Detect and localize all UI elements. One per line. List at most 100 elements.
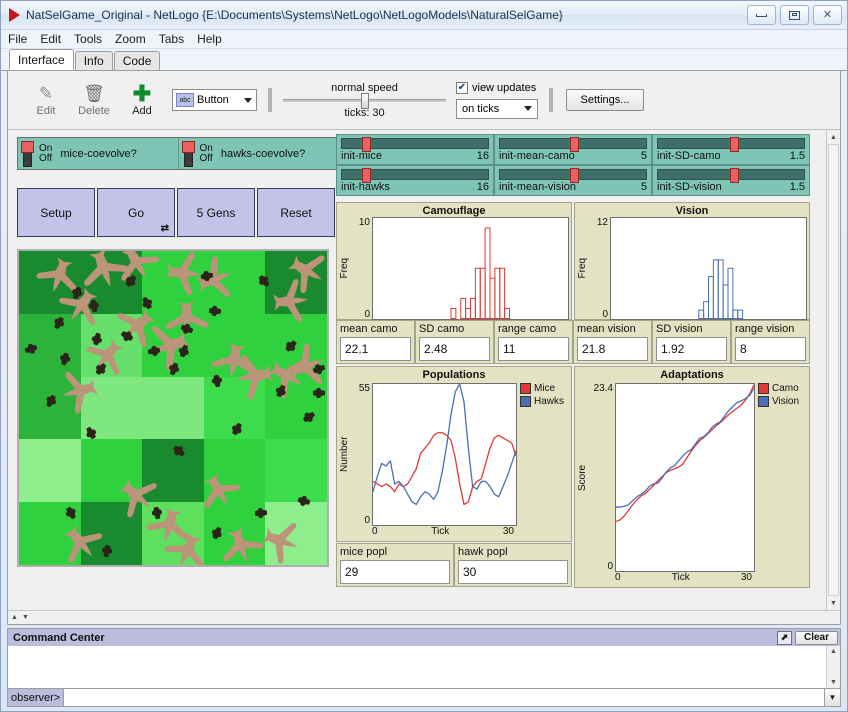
mouse-agent <box>283 338 299 354</box>
plot-adaptations[interactable]: Adaptations Score 23.4 0 <box>574 366 810 588</box>
plot-series-line <box>616 388 754 507</box>
go-button-label: Go <box>128 206 144 220</box>
slider-init-sd-camo[interactable]: init-SD-camo 1.5 <box>652 134 810 165</box>
plot-xtick-max: 30 <box>741 572 752 585</box>
go-button[interactable]: Go ⇄ <box>97 188 175 237</box>
slider-init-mean-vision[interactable]: init-mean-vision 5 <box>494 165 652 196</box>
menu-item-tools[interactable]: Tools <box>74 32 102 46</box>
mouse-agent <box>64 505 79 520</box>
slider-knob[interactable] <box>362 137 371 152</box>
interface-horizontal-scrollbar[interactable]: ▲ ▼ <box>8 610 840 624</box>
slider-knob[interactable] <box>362 168 371 183</box>
plus-icon: ✚ <box>118 83 166 105</box>
scroll-down-icon[interactable]: ▼ <box>827 596 840 610</box>
slider-knob[interactable] <box>730 137 739 152</box>
slider-track[interactable] <box>341 169 489 180</box>
switch-knob[interactable] <box>21 141 34 153</box>
tab-code[interactable]: Code <box>114 51 161 70</box>
add-button[interactable]: ✚ Add <box>118 83 166 117</box>
slider-value: 5 <box>641 150 647 162</box>
plot-xaxis: 0 Tick 30 <box>339 526 569 539</box>
plot-vision[interactable]: Vision Freq 12 0 0 Score <box>574 202 810 320</box>
plot-ytick-max: 23.4 <box>594 383 613 394</box>
slider-knob[interactable] <box>730 168 739 183</box>
slider-knob[interactable] <box>570 137 579 152</box>
switch-off-label: Off <box>39 154 52 164</box>
mouse-agent <box>147 345 161 357</box>
switch-knob[interactable] <box>182 141 195 153</box>
tab-info[interactable]: Info <box>75 51 113 70</box>
slider-track[interactable] <box>499 169 647 180</box>
histogram-bar <box>728 268 733 318</box>
menu-item-file[interactable]: File <box>8 32 27 46</box>
switch-toggle[interactable] <box>21 141 34 167</box>
speed-track[interactable] <box>283 99 446 102</box>
scroll-down-small-icon[interactable]: ▼ <box>22 614 29 621</box>
expand-icon[interactable]: ⬈ <box>777 631 792 645</box>
slider-track[interactable] <box>499 138 647 149</box>
delete-button[interactable]: 🗑 Delete <box>70 83 118 117</box>
menu-item-edit[interactable]: Edit <box>40 32 61 46</box>
switch-toggle[interactable] <box>182 141 195 167</box>
clear-button[interactable]: Clear <box>795 631 838 645</box>
switch-mice-coevolve[interactable]: On Off mice-coevolve? <box>18 138 178 169</box>
slider-init-mice[interactable]: init-mice 16 <box>336 134 494 165</box>
slider-init-hawks[interactable]: init-hawks 16 <box>336 165 494 196</box>
plot-camouflage[interactable]: Camouflage Freq 10 0 0 Score <box>336 202 572 320</box>
slider-init-sd-vision[interactable]: init-SD-vision 1.5 <box>652 165 810 196</box>
edit-button[interactable]: ✎ Edit <box>22 83 70 117</box>
scroll-up-icon[interactable]: ▲ <box>827 130 840 144</box>
monitor-mean-camo[interactable]: mean camo 22.1 <box>336 320 415 364</box>
five-gens-button[interactable]: 5 Gens <box>177 188 255 237</box>
scroll-down-icon[interactable]: ▼ <box>830 679 837 686</box>
interface-vertical-scrollbar[interactable]: ▲ ▼ <box>826 130 840 610</box>
widget-type-select[interactable]: abc Button <box>172 89 257 111</box>
scroll-up-small-icon[interactable]: ▲ <box>11 614 18 621</box>
speed-knob[interactable] <box>361 93 369 109</box>
maximize-button[interactable] <box>780 5 809 25</box>
world-view[interactable] <box>17 249 329 567</box>
trash-icon: 🗑 <box>70 83 118 105</box>
switch-hawks-coevolve[interactable]: On Off hawks-coevolve? <box>178 138 337 169</box>
plot-yticks: 10 0 <box>350 217 372 320</box>
slider-init-mean-camo[interactable]: init-mean-camo 5 <box>494 134 652 165</box>
speed-slider[interactable]: normal speed ticks: 30 <box>283 82 446 119</box>
histogram-bar <box>495 268 500 318</box>
monitor-mean-vision[interactable]: mean vision 21.8 <box>573 320 652 364</box>
settings-button[interactable]: Settings... <box>566 89 644 111</box>
menu-item-zoom[interactable]: Zoom <box>115 32 146 46</box>
slider-track[interactable] <box>657 169 805 180</box>
mouse-agent <box>256 273 271 289</box>
monitor-range-camo[interactable]: range camo 11 <box>494 320 573 364</box>
view-updates-checkbox[interactable]: ✔ view updates <box>456 82 538 94</box>
command-center-output[interactable]: ▲ ▼ <box>8 646 840 688</box>
scroll-up-icon[interactable]: ▲ <box>830 648 837 655</box>
agent-layer <box>19 251 329 567</box>
monitor-mice-popl[interactable]: mice popl 29 <box>336 543 454 587</box>
slider-value: 16 <box>477 181 489 193</box>
command-input[interactable] <box>63 689 824 706</box>
monitor-hawk-popl[interactable]: hawk popl 30 <box>454 543 572 587</box>
monitor-sd-vision[interactable]: SD vision 1.92 <box>652 320 731 364</box>
checkbox-icon: ✔ <box>456 82 468 94</box>
tab-interface[interactable]: Interface <box>9 49 74 70</box>
menu-item-tabs[interactable]: Tabs <box>159 32 184 46</box>
reset-button[interactable]: Reset <box>257 188 335 237</box>
setup-button[interactable]: Setup <box>17 188 95 237</box>
histogram-bar <box>709 277 714 319</box>
monitor-range-vision[interactable]: range vision 8 <box>731 320 810 364</box>
slider-knob[interactable] <box>570 168 579 183</box>
close-icon[interactable]: ✕ <box>813 5 842 25</box>
slider-label: init-mean-vision <box>499 181 576 193</box>
slider-track[interactable] <box>341 138 489 149</box>
slider-track[interactable] <box>657 138 805 149</box>
history-dropdown-icon[interactable]: ▼ <box>824 689 840 706</box>
menu-item-help[interactable]: Help <box>197 32 222 46</box>
monitor-sd-camo[interactable]: SD camo 2.48 <box>415 320 494 364</box>
update-mode-select[interactable]: on ticks <box>456 99 538 119</box>
minimize-button[interactable] <box>747 5 776 25</box>
output-scrollbar[interactable]: ▲ ▼ <box>826 646 840 688</box>
scroll-thumb[interactable] <box>828 144 839 596</box>
plot-populations[interactable]: Populations Number 55 0 <box>336 366 572 542</box>
five-gens-button-label: 5 Gens <box>197 206 236 220</box>
